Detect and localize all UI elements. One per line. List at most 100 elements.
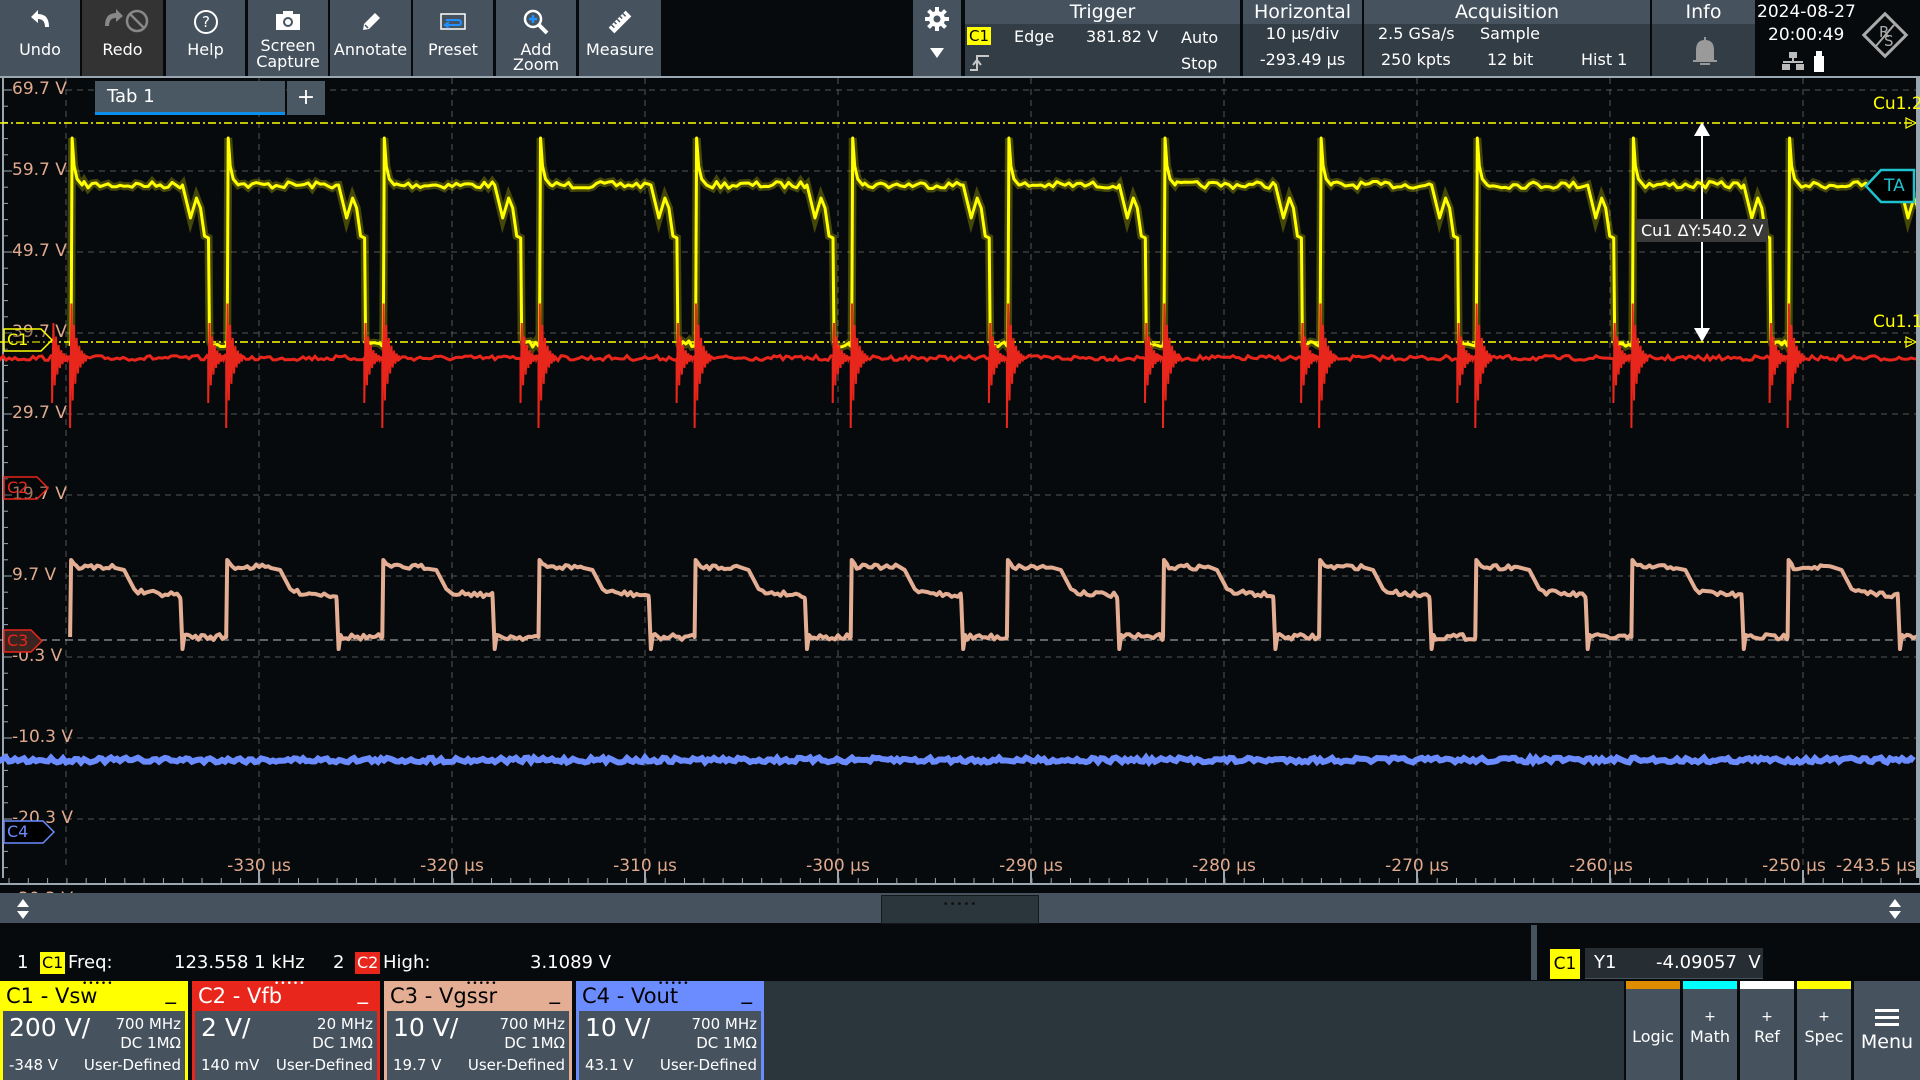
cursor-upper-label[interactable]: Cu1.2	[1873, 94, 1920, 114]
waveform-display[interactable]	[0, 78, 1920, 886]
minimize-button[interactable]: _	[550, 977, 561, 1007]
color-bar	[1683, 981, 1737, 989]
cursor-delta-arrowhead-down	[1694, 328, 1710, 342]
waveform-canvas[interactable]	[0, 78, 1920, 886]
c2-spike	[537, 303, 557, 429]
channel-box-c4[interactable]: C4 - Vout ••••• _ 10 V/700 MHz DC 1MΩ 43.1 VU…	[576, 979, 764, 1080]
vertical-scale[interactable]: 2 V/	[201, 1013, 250, 1042]
c2-spike	[1318, 303, 1337, 429]
undo-arrow-icon	[25, 2, 55, 42]
date-label: 2024-08-27	[1757, 2, 1856, 22]
y-tick-label: 9.7 V	[12, 565, 57, 585]
probe-type: User-Defined	[467, 1056, 565, 1074]
x-tick-label: -250 µs	[1762, 856, 1826, 876]
settings-button[interactable]	[913, 0, 961, 76]
cursor-readout-value: -4.09057 V	[1656, 952, 1761, 973]
add-math-button[interactable]: + Math	[1683, 981, 1737, 1080]
c2-spike	[675, 322, 695, 404]
trigger-source-badge: C1	[967, 27, 992, 45]
cursor-delta-label: Cu1 ΔY:540.2 V	[1636, 219, 1769, 242]
c2-spike	[1144, 322, 1163, 404]
add-ref-button[interactable]: + Ref	[1740, 981, 1794, 1080]
c2-spike	[1456, 322, 1476, 404]
c2-spike	[363, 322, 383, 404]
c3-vgssr-trace	[68, 558, 1920, 651]
add-spec-button[interactable]: + Spec	[1797, 981, 1851, 1080]
drag-handle-dots[interactable]: •••••	[274, 969, 306, 999]
gear-icon	[924, 6, 950, 36]
drag-handle-dots[interactable]: •••••	[466, 969, 498, 999]
ruler-icon	[606, 2, 634, 42]
trigger-title: Trigger	[965, 0, 1240, 24]
c2-spike	[1300, 322, 1319, 404]
preset-button[interactable]: Preset	[413, 0, 493, 76]
bandwidth: 20 MHz	[317, 1015, 373, 1033]
vertical-resize-right-icon[interactable]	[1888, 898, 1902, 924]
resolution: 12 bit	[1487, 50, 1534, 69]
y-tick-label: 69.7 V	[12, 79, 67, 99]
channel-title: C2 - Vfb	[198, 984, 283, 1008]
measure-button[interactable]: Measure	[579, 0, 661, 76]
c1-vsw-trace-envelope	[66, 137, 1920, 358]
hamburger-icon	[1854, 1009, 1920, 1031]
preset-icon	[439, 2, 467, 42]
help-button[interactable]: ? Help	[166, 0, 245, 76]
x-tick-label: -300 µs	[806, 856, 870, 876]
add-logic-button[interactable]: Logic	[1626, 981, 1680, 1080]
tab-1[interactable]: Tab 1	[95, 81, 285, 115]
c2-spike	[381, 303, 401, 429]
svg-text:?: ?	[202, 13, 210, 31]
channel-box-c3[interactable]: C3 - Vgssr ••••• _ 10 V/700 MHz DC 1MΩ 19.7 V…	[384, 979, 572, 1080]
offset: -348 V	[9, 1056, 59, 1074]
menu-button[interactable]: Menu	[1854, 981, 1920, 1080]
cursor-readout-name: Y1	[1594, 952, 1617, 973]
add-zoom-button[interactable]: Add Zoom	[496, 0, 576, 76]
coupling: DC 1MΩ	[120, 1034, 181, 1052]
info-title: Info	[1652, 0, 1755, 24]
active-tab-indicator	[95, 112, 285, 115]
color-bar	[1626, 981, 1680, 989]
offset: 19.7 V	[393, 1056, 442, 1074]
channel-box-c1[interactable]: C1 - Vsw ••••• _ 200 V/700 MHz DC 1MΩ -348 VU…	[0, 979, 188, 1080]
x-tick-label: -270 µs	[1385, 856, 1449, 876]
histogram-label: Hist 1	[1581, 50, 1628, 69]
channel-box-c2[interactable]: C2 - Vfb ••••• _ 2 V/20 MHz DC 1MΩ 140 mV User…	[192, 979, 380, 1080]
coupling: DC 1MΩ	[312, 1034, 373, 1052]
minimize-button[interactable]: _	[742, 977, 753, 1007]
redo-button[interactable]: Redo	[82, 0, 163, 76]
add-tab-button[interactable]: +	[287, 81, 325, 115]
drag-handle-dots[interactable]: •••••	[658, 969, 690, 999]
horizontal-scroll-bar[interactable]: •••••	[0, 893, 1920, 924]
trigger-marker[interactable]: TA	[1864, 168, 1916, 204]
cursor-lower-label[interactable]: Cu1.1	[1873, 312, 1920, 332]
minimize-button[interactable]: _	[358, 977, 369, 1007]
drag-handle-dots[interactable]: •••••	[82, 969, 114, 999]
network-icon	[1780, 50, 1806, 76]
screen-capture-button[interactable]: Screen Capture	[248, 0, 328, 76]
vertical-scale[interactable]: 10 V/	[393, 1013, 458, 1042]
rising-edge-icon	[969, 52, 991, 76]
trigger-level: 381.82 V	[1086, 27, 1159, 46]
horizontal-title: Horizontal	[1243, 0, 1362, 24]
c2-spike	[225, 303, 245, 429]
annotate-button[interactable]: Annotate	[330, 0, 411, 76]
c1-vsw-trace	[68, 136, 1920, 349]
y-tick-label: 49.7 V	[12, 241, 67, 261]
minimize-button[interactable]: _	[166, 977, 177, 1007]
vertical-resize-left-icon[interactable]	[16, 898, 30, 924]
trigger-type: Edge	[1014, 27, 1055, 46]
probe-type: User-Defined	[659, 1056, 757, 1074]
c2-spike	[519, 322, 539, 404]
vertical-scale[interactable]: 200 V/	[9, 1013, 90, 1042]
channel-bar-empty	[764, 981, 1624, 1080]
tab-1-label: Tab 1	[107, 86, 155, 107]
c2-spike	[69, 303, 88, 429]
cursor-delta-arrowhead-up	[1694, 122, 1710, 136]
bandwidth: 700 MHz	[691, 1015, 758, 1033]
c2-spike	[849, 303, 869, 429]
zoom-plus-icon	[522, 2, 550, 42]
undo-button[interactable]: Undo	[0, 0, 80, 76]
coupling: DC 1MΩ	[504, 1034, 565, 1052]
scroll-handle[interactable]: •••••	[881, 895, 1039, 924]
vertical-scale[interactable]: 10 V/	[585, 1013, 650, 1042]
